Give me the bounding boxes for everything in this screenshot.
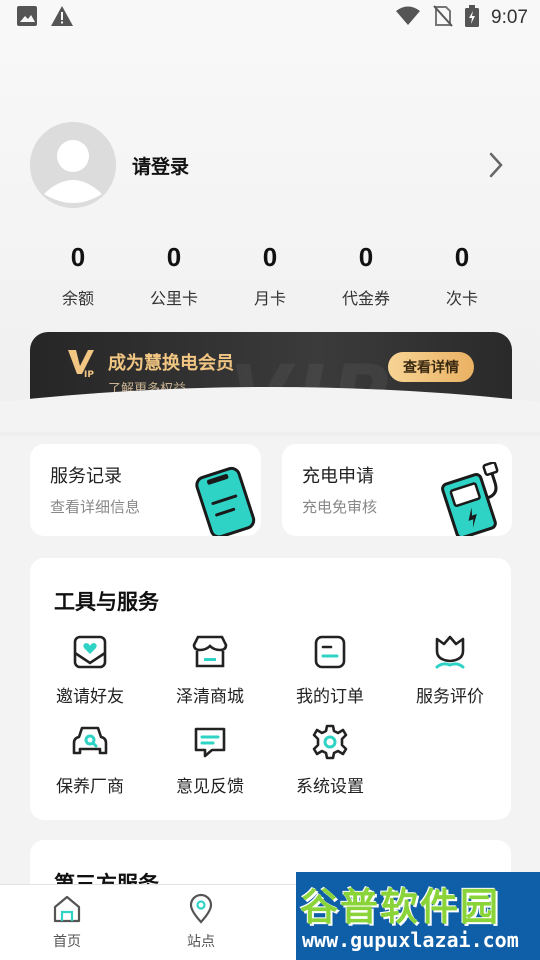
settings-gear-icon	[270, 722, 390, 762]
battery-charging-icon	[465, 5, 480, 31]
car-maintenance-icon	[30, 722, 150, 762]
phone-record-icon	[187, 462, 261, 536]
tool-label: 邀请好友	[56, 687, 124, 707]
status-bar: 9:07	[0, 0, 540, 36]
tool-system-settings[interactable]: 系统设置	[270, 722, 390, 802]
card-title: 服务记录	[50, 466, 122, 487]
charger-icon	[438, 461, 512, 536]
tab-stations[interactable]: 站点	[166, 893, 236, 951]
tab-label: 首页	[53, 934, 81, 950]
stat-label: 月卡	[253, 289, 286, 308]
tool-label: 保养厂商	[56, 777, 124, 797]
tool-label: 服务评价	[416, 687, 484, 707]
watermark-url: www.gupuxlazai.com	[302, 928, 519, 952]
tool-mall[interactable]: 泽清商城	[150, 632, 270, 712]
tool-feedback[interactable]: 意见反馈	[150, 722, 270, 802]
charge-application-card[interactable]: 充电申请 充电免审核	[282, 444, 512, 536]
stat-value: 0	[454, 242, 470, 272]
tool-label: 我的订单	[296, 687, 364, 707]
stat-label: 公里卡	[149, 289, 198, 308]
tab-label: 站点	[187, 934, 215, 950]
tool-service-rating[interactable]: 服务评价	[390, 632, 510, 712]
stat-value: 0	[70, 242, 86, 272]
card-subtitle: 充电免审核	[302, 498, 378, 516]
stat-label: 代金券	[341, 289, 390, 308]
no-sim-icon	[433, 5, 453, 31]
clock-time: 9:07	[491, 7, 528, 28]
tool-maintenance-vendor[interactable]: 保养厂商	[30, 722, 150, 802]
chevron-right-icon[interactable]	[488, 152, 504, 182]
order-icon	[270, 632, 390, 672]
stat-balance[interactable]: 0 余额	[30, 242, 126, 322]
stat-km-card[interactable]: 0 公里卡	[126, 242, 222, 322]
tool-label: 意见反馈	[176, 777, 244, 797]
account-stats: 0 余额 0 公里卡 0 月卡 0 代金券 0 次卡	[30, 242, 510, 322]
tool-label: 泽清商城	[176, 687, 244, 707]
section-title: 工具与服务	[54, 590, 159, 614]
stat-value: 0	[358, 242, 374, 272]
location-pin-icon	[185, 893, 217, 929]
stat-value: 0	[262, 242, 278, 272]
tab-home[interactable]: 首页	[32, 893, 102, 951]
tool-invite-friends[interactable]: 邀请好友	[30, 632, 150, 712]
invite-heart-icon	[30, 632, 150, 672]
store-icon	[150, 632, 270, 672]
header-curve	[0, 387, 540, 432]
image-icon	[16, 5, 38, 31]
stat-monthly-card[interactable]: 0 月卡	[222, 242, 318, 322]
tool-label: 系统设置	[296, 777, 364, 797]
card-title: 充电申请	[302, 466, 374, 487]
tool-my-orders[interactable]: 我的订单	[270, 632, 390, 712]
stat-label: 余额	[61, 289, 94, 308]
stat-value: 0	[166, 242, 182, 272]
stat-label: 次卡	[445, 289, 478, 308]
stat-times-card[interactable]: 0 次卡	[414, 242, 510, 322]
profile-row[interactable]: 请登录	[30, 122, 510, 208]
feedback-message-icon	[150, 722, 270, 762]
site-watermark: 谷普软件园 www.gupuxlazai.com	[296, 872, 540, 960]
warning-icon	[50, 5, 74, 31]
card-subtitle: 查看详细信息	[50, 498, 141, 516]
wifi-icon	[395, 6, 421, 30]
stat-voucher[interactable]: 0 代金券	[318, 242, 414, 322]
tools-services-panel: 工具与服务 邀请好友 泽清商城 我的订单 服务评价 保养厂商 意见反馈 系统设置	[30, 558, 511, 820]
login-prompt[interactable]: 请登录	[132, 152, 189, 179]
service-record-card[interactable]: 服务记录 查看详细信息	[30, 444, 261, 536]
flower-rating-icon	[390, 632, 510, 672]
user-avatar-icon[interactable]	[30, 122, 116, 208]
watermark-title: 谷普软件园	[300, 885, 501, 929]
home-icon	[51, 895, 83, 929]
